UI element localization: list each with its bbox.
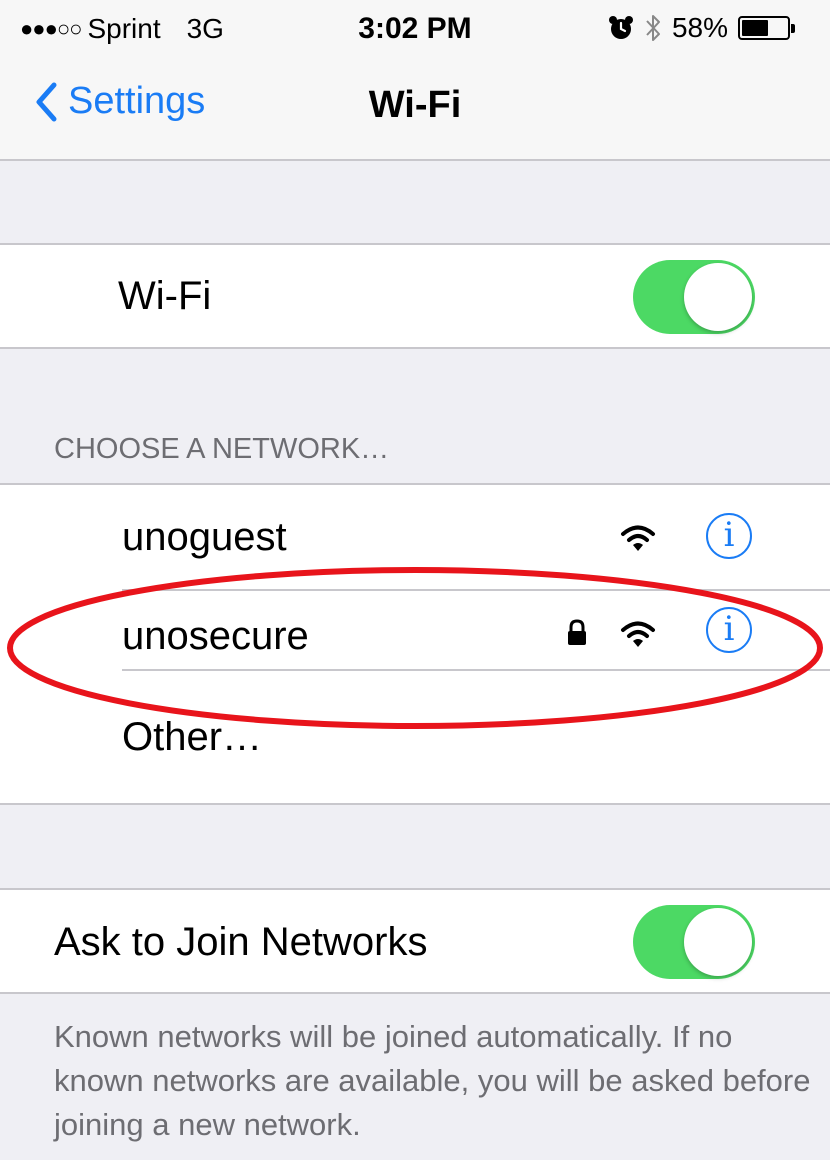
other-network-label: Other… [122,715,263,759]
navigation-bar: Settings Wi-Fi [0,62,830,161]
wifi-toggle-label: Wi-Fi [118,274,212,318]
section-header: CHOOSE A NETWORK… [54,433,390,465]
network-name: unoguest [122,515,287,559]
battery-percent: 58% [671,12,728,43]
ask-to-join-row: Ask to Join Networks [0,890,830,994]
page-title: Wi-Fi [368,84,462,126]
ask-to-join-switch[interactable] [633,905,755,979]
wifi-toggle-row: Wi-Fi [0,245,830,349]
info-button-unoguest[interactable]: i [706,513,752,559]
wifi-toggle-group: Wi-Fi [0,243,830,349]
alarm-icon [608,16,633,39]
network-row-other[interactable]: Other… [0,671,830,803]
network-name: unosecure [122,614,309,658]
wifi-signal-icon [621,621,655,647]
status-right: 58% [598,12,795,44]
toggle-knob [684,908,752,976]
network-list: unoguest i unosecure i Other… [0,483,830,805]
ask-to-join-footer: Known networks will be joined automatica… [54,1019,811,1142]
battery-tip [791,24,795,33]
status-bar: ●●●○○ Sprint 3G 3:02 PM 58% [0,0,830,62]
battery-icon [738,16,795,40]
wifi-signal-icon [621,525,655,551]
toggle-knob [684,263,752,331]
bluetooth-icon [646,15,660,41]
info-button-unosecure[interactable]: i [706,607,752,653]
battery-level [742,20,768,36]
ask-to-join-label: Ask to Join Networks [54,920,428,964]
wifi-toggle-switch[interactable] [633,260,755,334]
network-row-unosecure[interactable]: unosecure i [0,591,830,669]
lock-icon [568,619,586,645]
network-row-unoguest[interactable]: unoguest i [0,485,830,589]
ask-to-join-group: Ask to Join Networks [0,888,830,994]
